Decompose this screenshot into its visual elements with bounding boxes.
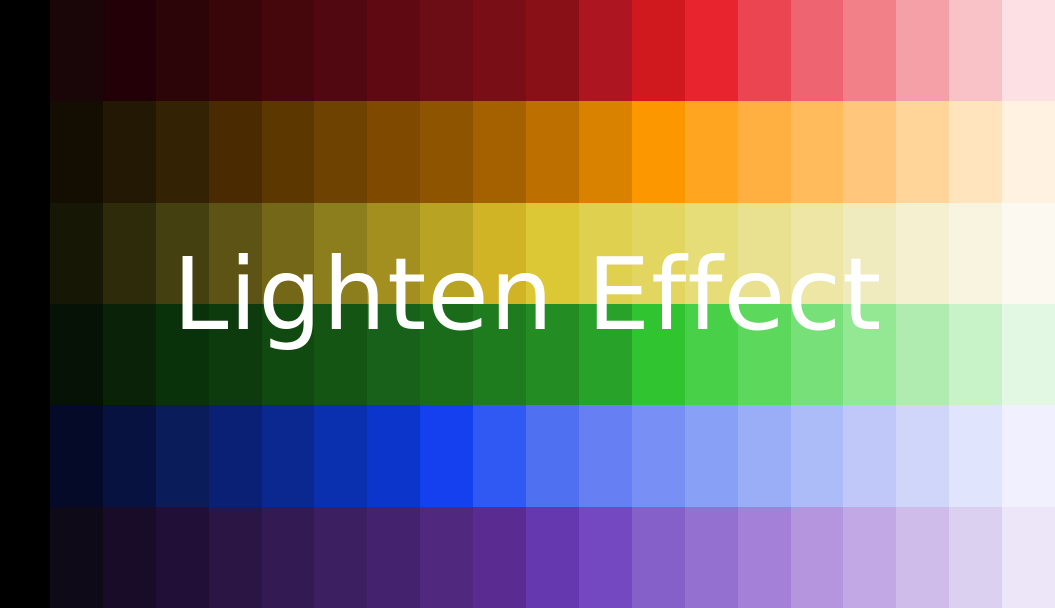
- swatch-orange-19: [1002, 101, 1055, 203]
- swatch-purple-1: [50, 506, 103, 608]
- swatch-blue-4: [208, 405, 262, 507]
- swatch-purple-6: [314, 506, 368, 608]
- swatch-purple-7: [367, 506, 421, 608]
- swatch-orange-1: [50, 101, 103, 203]
- swatch-blue-6: [314, 405, 368, 507]
- swatch-blue-9: [473, 405, 527, 507]
- swatch-blue-5: [261, 405, 315, 507]
- swatch-purple-19: [1002, 506, 1055, 608]
- swatch-red-17: [896, 0, 950, 102]
- swatch-orange-15: [790, 101, 844, 203]
- swatch-red-16: [843, 0, 897, 102]
- swatch-red-13: [684, 0, 738, 102]
- swatch-red-4: [208, 0, 262, 102]
- swatch-blue-1: [50, 405, 103, 507]
- swatch-red-10: [526, 0, 579, 102]
- swatch-orange-12: [631, 101, 685, 203]
- swatch-purple-18: [949, 506, 1003, 608]
- swatch-red-7: [367, 0, 421, 102]
- swatch-blue-8: [420, 405, 474, 507]
- swatch-purple-8: [420, 506, 474, 608]
- swatch-purple-10: [526, 506, 579, 608]
- swatch-purple-12: [631, 506, 685, 608]
- swatch-orange-3: [155, 101, 209, 203]
- swatch-red-12: [631, 0, 685, 102]
- swatch-blue-17: [896, 405, 950, 507]
- swatch-purple-17: [896, 506, 950, 608]
- swatch-orange-9: [473, 101, 527, 203]
- swatch-blue-13: [684, 405, 738, 507]
- swatch-orange-8: [420, 101, 474, 203]
- swatch-blue-15: [790, 405, 844, 507]
- swatch-purple-14: [737, 506, 791, 608]
- swatch-purple-16: [843, 506, 897, 608]
- swatch-blue-3: [155, 405, 209, 507]
- swatch-orange-11: [578, 101, 632, 203]
- title-text: Lighten Effect: [172, 236, 883, 353]
- swatch-blue-14: [737, 405, 791, 507]
- swatch-orange-16: [843, 101, 897, 203]
- swatch-purple-11: [578, 506, 632, 608]
- swatch-orange-17: [896, 101, 950, 203]
- swatch-red-14: [737, 0, 791, 102]
- swatch-purple-3: [155, 506, 209, 608]
- swatch-orange-10: [526, 101, 579, 203]
- swatch-blue-19: [1002, 405, 1055, 507]
- swatch-blue-2: [102, 405, 156, 507]
- swatch-red-8: [420, 0, 474, 102]
- swatch-red-6: [314, 0, 368, 102]
- swatch-orange-5: [261, 101, 315, 203]
- swatch-red-9: [473, 0, 527, 102]
- swatch-blue-10: [526, 405, 579, 507]
- swatch-purple-9: [473, 506, 527, 608]
- swatch-red-18: [949, 0, 1003, 102]
- swatch-orange-6: [314, 101, 368, 203]
- swatch-purple-13: [684, 506, 738, 608]
- lighten-effect-graphic: Lighten Effect: [0, 0, 1055, 608]
- swatch-red-15: [790, 0, 844, 102]
- swatch-purple-5: [261, 506, 315, 608]
- swatch-orange-13: [684, 101, 738, 203]
- swatch-orange-4: [208, 101, 262, 203]
- swatch-red-5: [261, 0, 315, 102]
- swatch-orange-18: [949, 101, 1003, 203]
- swatch-blue-11: [578, 405, 632, 507]
- swatch-red-1: [50, 0, 103, 102]
- swatch-blue-7: [367, 405, 421, 507]
- swatch-red-3: [155, 0, 209, 102]
- swatch-purple-2: [102, 506, 156, 608]
- swatch-red-11: [578, 0, 632, 102]
- swatch-orange-7: [367, 101, 421, 203]
- swatch-blue-16: [843, 405, 897, 507]
- swatch-purple-4: [208, 506, 262, 608]
- swatch-purple-15: [790, 506, 844, 608]
- swatch-orange-14: [737, 101, 791, 203]
- swatch-blue-18: [949, 405, 1003, 507]
- swatch-orange-2: [102, 101, 156, 203]
- swatch-red-19: [1002, 0, 1055, 102]
- swatch-red-2: [102, 0, 156, 102]
- swatch-blue-12: [631, 405, 685, 507]
